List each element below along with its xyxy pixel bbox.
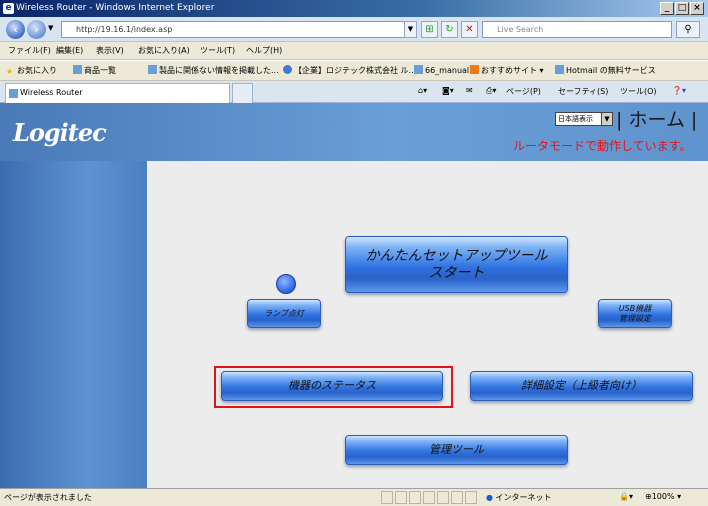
history-dropdown-icon[interactable]: ▼ bbox=[48, 24, 53, 32]
chevron-down-icon: ▼ bbox=[601, 113, 612, 125]
favorite-item-hotmail[interactable]: Hotmail の無料サービス bbox=[555, 65, 656, 76]
selection-highlight bbox=[214, 366, 453, 408]
tools-menu[interactable]: ツール(O) bbox=[620, 86, 657, 97]
router-mode-status: ルータモードで動作しています。 bbox=[513, 139, 692, 153]
mail-icon[interactable]: ✉ bbox=[466, 86, 473, 95]
search-icon[interactable]: ⚲ bbox=[676, 21, 700, 38]
protected-mode-icon[interactable]: 🔒▾ bbox=[619, 492, 633, 501]
favorites-label: お気に入り bbox=[17, 66, 57, 75]
window-title-bar: e Wireless Router - Windows Internet Exp… bbox=[0, 0, 708, 17]
search-placeholder: Live Search bbox=[497, 25, 544, 34]
page-menu[interactable]: ページ(P) bbox=[506, 86, 541, 97]
lamp-button[interactable]: ランプ点灯 bbox=[247, 299, 321, 328]
zone-label: インターネット bbox=[495, 493, 552, 502]
page-icon bbox=[148, 65, 157, 74]
suggested-sites-icon bbox=[470, 65, 479, 74]
admin-tool-button[interactable]: 管理ツール bbox=[345, 435, 568, 465]
status-panel bbox=[395, 491, 407, 504]
favorite-label: おすすめサイト bbox=[481, 66, 537, 75]
forward-icon[interactable]: › bbox=[27, 20, 46, 39]
status-panel bbox=[437, 491, 449, 504]
help-icon[interactable]: ❓▾ bbox=[672, 86, 686, 95]
tab-row: Wireless Router ⌂▾ ◙▾ ✉ ⎙▾ ページ(P) セーフティ(… bbox=[0, 81, 708, 103]
ie-app-icon: e bbox=[3, 3, 14, 14]
safety-menu[interactable]: セーフティ(S) bbox=[558, 86, 608, 97]
address-toolbar: ‹ › ▼ http://19.16.1/index.asp ▼ ⊞ ↻ ✕ L… bbox=[0, 17, 708, 42]
page-icon bbox=[9, 89, 18, 98]
router-page: Logitec 日本語表示 ▼ | ホーム | ルータモードで動作しています。 bbox=[0, 103, 708, 488]
status-panel bbox=[423, 491, 435, 504]
favorite-item-manual[interactable]: 66_manual bbox=[414, 65, 469, 75]
favorite-label: 【企業】ロジテック株式会社 ル... bbox=[294, 66, 417, 75]
usb-settings-button[interactable]: USB機器 管理設定 bbox=[598, 299, 672, 328]
close-window-button[interactable]: × bbox=[690, 2, 704, 15]
advanced-settings-button[interactable]: 詳細設定（上級者向け） bbox=[470, 371, 693, 401]
favorite-item-catalog[interactable]: 商品一覧 bbox=[73, 65, 116, 76]
compat-view-icon[interactable]: ⊞ bbox=[421, 21, 438, 38]
menu-tools[interactable]: ツール(T) bbox=[200, 45, 235, 56]
status-panel bbox=[451, 491, 463, 504]
status-panel bbox=[465, 491, 477, 504]
back-icon[interactable]: ‹ bbox=[6, 20, 25, 39]
page-icon bbox=[73, 65, 82, 74]
tab-title: Wireless Router bbox=[20, 88, 83, 97]
home-icon[interactable]: ⌂▾ bbox=[418, 86, 427, 95]
status-bar: ページが表示されました ● インターネット 🔒▾ ⊕100% ▾ bbox=[0, 488, 708, 506]
address-url-text: http://19.16.1/index.asp bbox=[76, 25, 173, 34]
page-icon bbox=[414, 65, 423, 74]
setup-tool-button[interactable]: かんたんセットアップツール スタート bbox=[345, 236, 568, 293]
status-text: ページが表示されました bbox=[4, 493, 92, 502]
logitec-logo: Logitec bbox=[13, 118, 107, 147]
favorite-item-info[interactable]: 製品に関係ない情報を掲載した... bbox=[148, 65, 279, 76]
favorite-label: 製品に関係ない情報を掲載した... bbox=[159, 66, 279, 75]
zoom-control[interactable]: ⊕100% ▾ bbox=[645, 492, 681, 501]
favorite-label: 商品一覧 bbox=[84, 66, 116, 75]
maximize-button[interactable]: □ bbox=[675, 2, 689, 15]
menu-edit[interactable]: 編集(E) bbox=[56, 45, 83, 56]
address-dropdown-icon[interactable]: ▼ bbox=[404, 21, 417, 38]
language-select[interactable]: 日本語表示 ▼ bbox=[555, 112, 613, 126]
zoom-level: 100% bbox=[651, 492, 675, 501]
page-icon bbox=[555, 65, 564, 74]
home-link[interactable]: | ホーム | bbox=[616, 105, 697, 132]
favorite-label: 66_manual bbox=[425, 66, 470, 75]
menu-bar: ファイル(F) 編集(E) 表示(V) お気に入り(A) ツール(T) ヘルプ(… bbox=[0, 42, 708, 60]
status-panel bbox=[381, 491, 393, 504]
left-sidebar bbox=[0, 161, 147, 488]
favorite-label: Hotmail の無料サービス bbox=[566, 66, 656, 75]
search-input[interactable]: Live Search bbox=[482, 21, 672, 38]
new-tab-button[interactable] bbox=[232, 83, 253, 103]
menu-help[interactable]: ヘルプ(H) bbox=[246, 45, 282, 56]
favorite-item-suggested[interactable]: おすすめサイト ▾ bbox=[470, 65, 544, 76]
print-icon[interactable]: ⎙▾ bbox=[486, 86, 496, 96]
status-panel bbox=[409, 491, 421, 504]
tab-wireless-router[interactable]: Wireless Router bbox=[5, 83, 230, 103]
header-banner: Logitec 日本語表示 ▼ | ホーム | ルータモードで動作しています。 bbox=[0, 103, 708, 161]
favorite-item-logitec[interactable]: 【企業】ロジテック株式会社 ル... bbox=[283, 65, 416, 76]
minimize-button[interactable]: _ bbox=[660, 2, 674, 15]
favorites-button[interactable]: ★ お気に入り bbox=[6, 65, 57, 76]
window-title: Wireless Router - Windows Internet Explo… bbox=[16, 3, 215, 13]
globe-icon: ● bbox=[486, 493, 493, 502]
lamp-indicator-icon bbox=[276, 274, 296, 294]
menu-view[interactable]: 表示(V) bbox=[96, 45, 124, 56]
menu-file[interactable]: ファイル(F) bbox=[8, 45, 51, 56]
globe-icon bbox=[283, 65, 292, 74]
language-select-value: 日本語表示 bbox=[558, 115, 593, 123]
refresh-icon[interactable]: ↻ bbox=[441, 21, 458, 38]
internet-zone[interactable]: ● インターネット bbox=[486, 492, 552, 503]
star-icon: ★ bbox=[6, 67, 14, 76]
zoom-icon: ⊕ bbox=[645, 492, 652, 501]
address-input[interactable]: http://19.16.1/index.asp bbox=[61, 21, 416, 38]
favorites-bar: ★ お気に入り 商品一覧 製品に関係ない情報を掲載した... 【企業】ロジテック株… bbox=[0, 61, 708, 81]
stop-icon[interactable]: ✕ bbox=[461, 21, 478, 38]
feeds-icon[interactable]: ◙▾ bbox=[442, 86, 454, 95]
menu-favorites[interactable]: お気に入り(A) bbox=[138, 45, 190, 56]
